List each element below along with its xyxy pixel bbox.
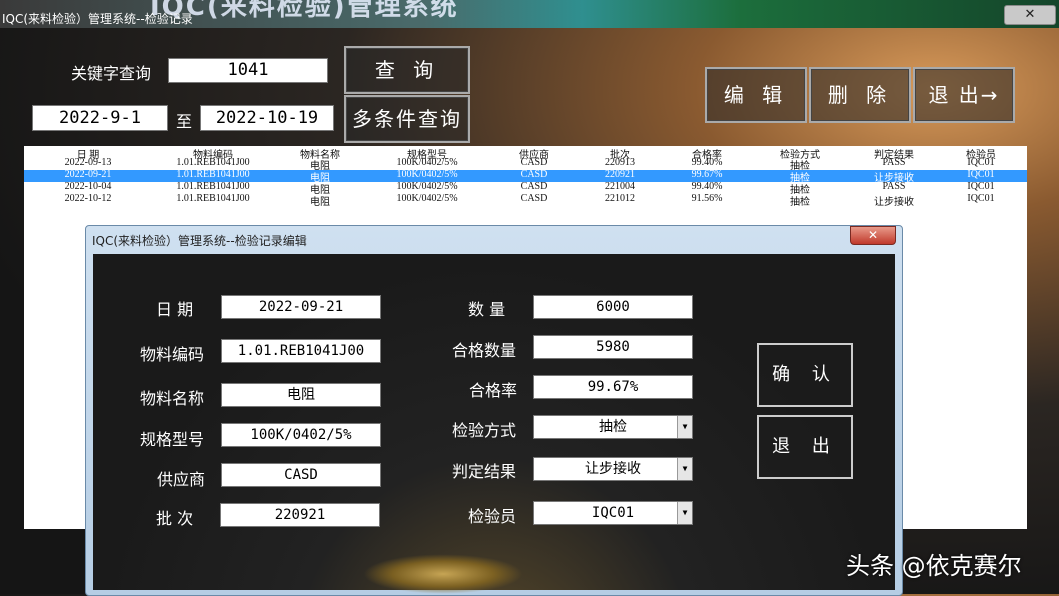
cell-date: 2022-10-12 bbox=[64, 193, 112, 204]
dialog-body: 日 期 2022-09-21 物料编码 1.01.REB1041J00 物料名称… bbox=[93, 254, 895, 594]
method-label: 检验方式 bbox=[452, 421, 517, 440]
decorative-glow bbox=[363, 554, 523, 594]
cell-code: 1.01.REB1041J00 bbox=[176, 157, 250, 168]
inspector-label: 检验员 bbox=[468, 507, 517, 526]
code-field[interactable]: 1.01.REB1041J00 bbox=[221, 339, 381, 363]
cell-spec: 100K/0402/5% bbox=[396, 157, 458, 168]
pass-qty-label: 合格数量 bbox=[452, 341, 517, 360]
cell-spec: 100K/0402/5% bbox=[396, 193, 458, 204]
main-close-button[interactable]: ✕ bbox=[1004, 5, 1056, 25]
edit-dialog: IQC(来料检验）管理系统--检验记录编辑 ✕ 日 期 2022-09-21 物… bbox=[85, 225, 903, 596]
date-from-input[interactable]: 2022-9-1 bbox=[32, 105, 168, 131]
qty-field[interactable]: 6000 bbox=[533, 295, 693, 319]
cell-inspector: IQC01 bbox=[967, 181, 995, 192]
dialog-exit-button[interactable]: 退 出 bbox=[757, 415, 853, 479]
cell-pass-rate: 99.40% bbox=[691, 181, 723, 192]
main-window-title: IQC(来料检验）管理系统--检验记录 bbox=[2, 12, 193, 26]
pass-rate-field[interactable]: 99.67% bbox=[533, 375, 693, 399]
batch-label: 批 次 bbox=[156, 509, 194, 528]
cell-code: 1.01.REB1041J00 bbox=[176, 169, 250, 180]
cell-result: 让步接收 bbox=[874, 197, 914, 208]
delete-button[interactable]: 删 除 bbox=[809, 67, 911, 123]
cell-result: PASS bbox=[882, 157, 906, 168]
table-row[interactable]: 2022-10-12 1.01.REB1041J00 电阻 100K/0402/… bbox=[24, 193, 1027, 208]
cell-spec: 100K/0402/5% bbox=[396, 181, 458, 192]
pass-qty-field[interactable]: 5980 bbox=[533, 335, 693, 359]
chevron-down-icon[interactable]: ▼ bbox=[677, 458, 692, 480]
qty-label: 数 量 bbox=[468, 300, 506, 319]
cell-supplier: CASD bbox=[520, 157, 548, 168]
cell-code: 1.01.REB1041J00 bbox=[176, 181, 250, 192]
cell-pass-rate: 91.56% bbox=[691, 193, 723, 204]
result-select-value: 让步接收 bbox=[585, 461, 641, 477]
cell-supplier: CASD bbox=[520, 169, 548, 180]
exit-button[interactable]: 退 出→ bbox=[913, 67, 1015, 123]
name-field[interactable]: 电阻 bbox=[221, 383, 381, 407]
to-label: 至 bbox=[176, 112, 193, 131]
keyword-label: 关键字查询 bbox=[71, 64, 152, 83]
code-label: 物料编码 bbox=[140, 345, 205, 364]
result-select[interactable]: 让步接收 ▼ bbox=[533, 457, 693, 481]
date-field[interactable]: 2022-09-21 bbox=[221, 295, 381, 319]
close-icon: ✕ bbox=[1024, 7, 1036, 22]
confirm-button[interactable]: 确 认 bbox=[757, 343, 853, 407]
cell-inspector: IQC01 bbox=[967, 169, 995, 180]
cell-inspector: IQC01 bbox=[967, 157, 995, 168]
spec-label: 规格型号 bbox=[140, 430, 205, 449]
name-label: 物料名称 bbox=[140, 389, 205, 408]
close-icon: ✕ bbox=[867, 228, 879, 242]
cell-date: 2022-09-21 bbox=[64, 169, 112, 180]
keyword-input[interactable]: 1041 bbox=[168, 58, 328, 83]
cell-pass-rate: 99.40% bbox=[691, 157, 723, 168]
supplier-field[interactable]: CASD bbox=[221, 463, 381, 487]
date-label: 日 期 bbox=[156, 300, 194, 319]
chevron-down-icon[interactable]: ▼ bbox=[677, 502, 692, 524]
pass-rate-label: 合格率 bbox=[469, 381, 518, 400]
cell-supplier: CASD bbox=[520, 181, 548, 192]
cell-batch: 220921 bbox=[605, 169, 635, 180]
multi-query-button[interactable]: 多条件查询 bbox=[344, 95, 470, 143]
inspector-select[interactable]: IQC01 ▼ bbox=[533, 501, 693, 525]
cell-result: PASS bbox=[882, 181, 906, 192]
cell-inspector: IQC01 bbox=[967, 193, 995, 204]
background-title: IQC(来料检验)管理系统 bbox=[150, 0, 459, 22]
cell-method: 抽检 bbox=[790, 197, 810, 208]
method-select-value: 抽检 bbox=[599, 419, 627, 435]
cell-date: 2022-09-13 bbox=[64, 157, 112, 168]
watermark-text: 头条 @依克赛尔 bbox=[846, 552, 1022, 580]
cell-batch: 221004 bbox=[605, 181, 635, 192]
cell-name: 电阻 bbox=[310, 197, 330, 208]
cell-pass-rate: 99.67% bbox=[691, 169, 723, 180]
date-to-input[interactable]: 2022-10-19 bbox=[200, 105, 334, 131]
inspector-select-value: IQC01 bbox=[591, 505, 635, 521]
cell-spec: 100K/0402/5% bbox=[396, 169, 458, 180]
chevron-down-icon[interactable]: ▼ bbox=[677, 416, 692, 438]
cell-batch: 221012 bbox=[605, 193, 635, 204]
batch-field[interactable]: 220921 bbox=[220, 503, 380, 527]
dialog-close-button[interactable]: ✕ bbox=[850, 226, 896, 245]
dialog-title: IQC(来料检验）管理系统--检验记录编辑 bbox=[92, 234, 307, 248]
cell-supplier: CASD bbox=[520, 193, 548, 204]
cell-batch: 220913 bbox=[605, 157, 635, 168]
cell-code: 1.01.REB1041J00 bbox=[176, 193, 250, 204]
query-button[interactable]: 查 询 bbox=[344, 46, 470, 94]
spec-field[interactable]: 100K/0402/5% bbox=[221, 423, 381, 447]
supplier-label: 供应商 bbox=[157, 470, 206, 489]
edit-button[interactable]: 编 辑 bbox=[705, 67, 807, 123]
result-label: 判定结果 bbox=[452, 462, 517, 481]
cell-date: 2022-10-04 bbox=[64, 181, 112, 192]
method-select[interactable]: 抽检 ▼ bbox=[533, 415, 693, 439]
